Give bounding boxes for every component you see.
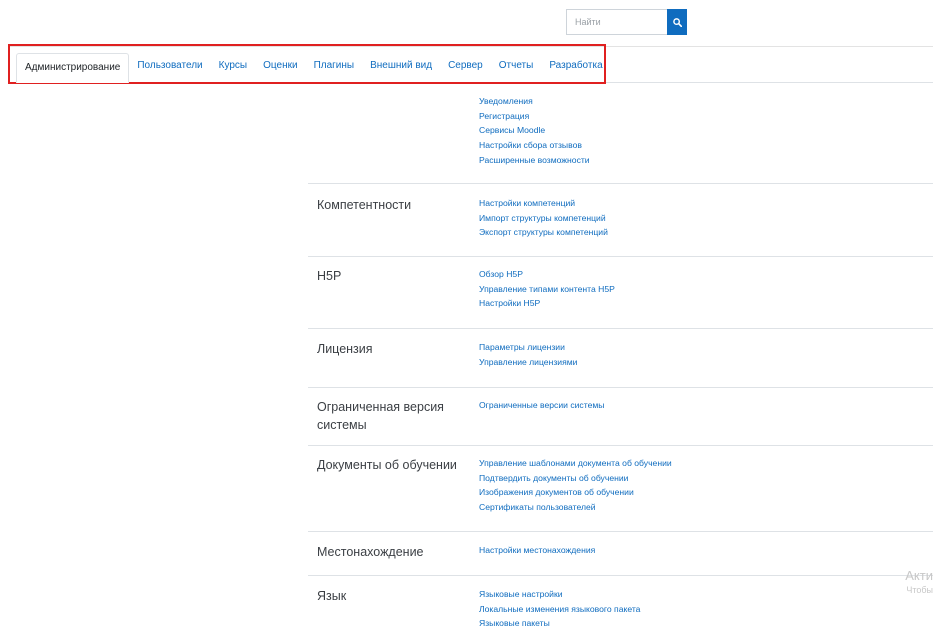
link-competency-settings[interactable]: Настройки компетенций bbox=[479, 196, 608, 211]
tab-appearance[interactable]: Внешний вид bbox=[362, 54, 440, 78]
link-user-certificates[interactable]: Сертификаты пользователей bbox=[479, 500, 672, 515]
link-verify-certificates[interactable]: Подтвердить документы об обучении bbox=[479, 471, 672, 486]
link-certificate-images[interactable]: Изображения документов об обучении bbox=[479, 485, 672, 500]
section-links: Управление шаблонами документа об обучен… bbox=[479, 456, 672, 515]
activation-watermark: Акти Чтобы bbox=[901, 568, 933, 596]
link-h5p-settings[interactable]: Настройки H5P bbox=[479, 296, 615, 311]
watermark-line2: Чтобы bbox=[906, 585, 933, 595]
link-restricted-versions[interactable]: Ограниченные версии системы bbox=[479, 398, 604, 413]
tab-grades[interactable]: Оценки bbox=[255, 54, 305, 78]
section-divider bbox=[308, 575, 933, 576]
link-export-competency-framework[interactable]: Экспорт структуры компетенций bbox=[479, 225, 608, 240]
section-heading: Документы об обучении bbox=[317, 458, 457, 472]
section-links: Настройки компетенций Импорт структуры к… bbox=[479, 196, 608, 240]
section-divider bbox=[308, 256, 933, 257]
section-divider bbox=[308, 183, 933, 184]
section-heading: Язык bbox=[317, 589, 347, 603]
section-links: Уведомления Регистрация Сервисы Moodle Н… bbox=[479, 94, 590, 168]
link-manage-licenses[interactable]: Управление лицензиями bbox=[479, 355, 577, 370]
section-divider bbox=[308, 445, 933, 446]
link-import-competency-framework[interactable]: Импорт структуры компетенций bbox=[479, 211, 608, 226]
section-divider bbox=[308, 387, 933, 388]
search-icon bbox=[672, 17, 682, 27]
link-certificate-templates[interactable]: Управление шаблонами документа об обучен… bbox=[479, 456, 672, 471]
section-links: Настройки местонахождения bbox=[479, 543, 595, 558]
admin-tabs-highlight: Администрирование Пользователи Курсы Оце… bbox=[8, 44, 606, 84]
tab-administration[interactable]: Администрирование bbox=[16, 53, 130, 83]
section-divider bbox=[308, 328, 933, 329]
link-location-settings[interactable]: Настройки местонахождения bbox=[479, 543, 595, 558]
section-heading: H5P bbox=[317, 269, 342, 283]
link-advanced-features[interactable]: Расширенные возможности bbox=[479, 153, 590, 168]
search-button[interactable] bbox=[667, 9, 687, 35]
link-language-packs[interactable]: Языковые пакеты bbox=[479, 616, 640, 631]
section-links: Ограниченные версии системы bbox=[479, 398, 604, 413]
tab-users[interactable]: Пользователи bbox=[129, 54, 210, 78]
tab-server[interactable]: Сервер bbox=[440, 54, 491, 78]
tab-reports[interactable]: Отчеты bbox=[491, 54, 542, 78]
watermark-line1: Акти bbox=[905, 568, 933, 583]
link-h5p-content-types[interactable]: Управление типами контента H5P bbox=[479, 282, 615, 297]
search-input[interactable] bbox=[566, 9, 667, 35]
link-registration[interactable]: Регистрация bbox=[479, 109, 590, 124]
section-heading: Компетентности bbox=[317, 198, 412, 212]
link-h5p-overview[interactable]: Обзор H5P bbox=[479, 267, 615, 282]
section-divider bbox=[308, 531, 933, 532]
link-language-settings[interactable]: Языковые настройки bbox=[479, 587, 640, 602]
link-feedback-settings[interactable]: Настройки сбора отзывов bbox=[479, 138, 590, 153]
tab-courses[interactable]: Курсы bbox=[211, 54, 255, 78]
link-language-customisation[interactable]: Локальные изменения языкового пакета bbox=[479, 602, 640, 617]
link-notifications[interactable]: Уведомления bbox=[479, 94, 590, 109]
tab-plugins[interactable]: Плагины bbox=[306, 54, 363, 78]
link-moodle-services[interactable]: Сервисы Moodle bbox=[479, 123, 590, 138]
search-form bbox=[566, 9, 687, 35]
section-links: Параметры лицензии Управление лицензиями bbox=[479, 340, 577, 369]
section-heading: Местонахождение bbox=[317, 545, 424, 559]
section-links: Языковые настройки Локальные изменения я… bbox=[479, 587, 640, 631]
section-heading: Ограниченная версия системы bbox=[317, 400, 444, 432]
section-links: Обзор H5P Управление типами контента H5P… bbox=[479, 267, 615, 311]
tab-development[interactable]: Разработка bbox=[541, 54, 610, 78]
link-license-settings[interactable]: Параметры лицензии bbox=[479, 340, 577, 355]
section-heading: Лицензия bbox=[317, 342, 373, 356]
